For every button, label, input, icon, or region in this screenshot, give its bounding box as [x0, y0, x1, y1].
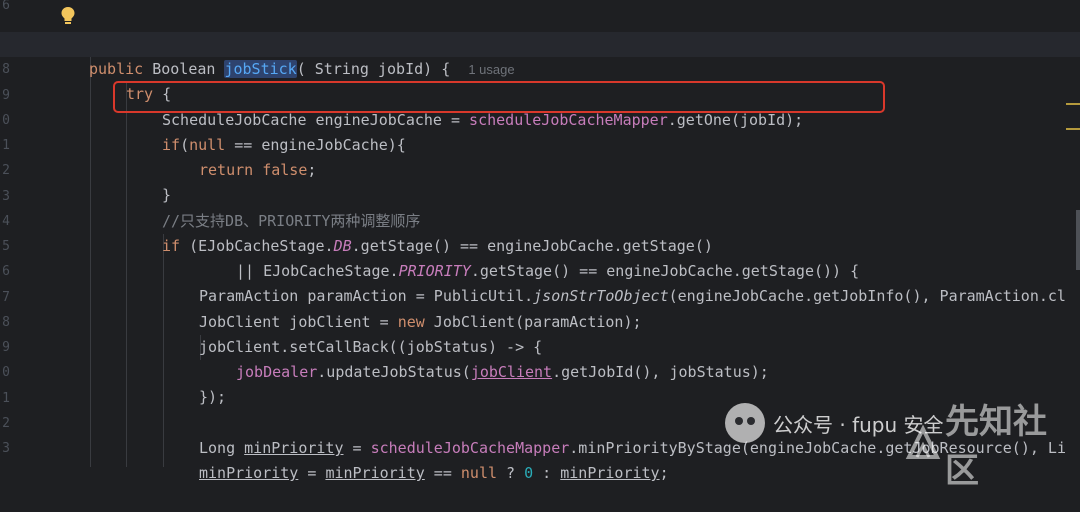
line-number: 6 [2, 0, 10, 13]
warning-stripe-marker[interactable] [1066, 128, 1080, 130]
code-line[interactable]: ParamAction paramAction = PublicUtil.jso… [0, 259, 1080, 305]
code-text: }); [199, 388, 227, 407]
code-line[interactable]: JobClient jobClient = new JobClient(para… [0, 285, 1080, 331]
lightbulb-icon[interactable] [60, 6, 76, 26]
code-line[interactable]: jobDealer.updateJobStatus(jobClient.getJ… [0, 335, 1080, 381]
site-logo: 先知社区 [905, 402, 1080, 491]
highlight-annotation-box [113, 81, 885, 113]
code-line[interactable]: } [0, 158, 1080, 204]
code-line[interactable]: jobClient.setCallBack((jobStatus) -> { [0, 310, 1080, 356]
code-line[interactable]: }); [0, 360, 1080, 406]
code-line[interactable]: try { [0, 57, 1080, 103]
code-line[interactable]: //只支持DB、PRIORITY两种调整顺序 [0, 184, 1080, 230]
warning-stripe-marker[interactable] [1066, 103, 1080, 105]
vertical-scrollbar[interactable] [1076, 210, 1080, 270]
code-line[interactable]: || EJobCacheStage.PRIORITY.getStage() ==… [0, 234, 1080, 280]
logo-mark-icon [905, 424, 941, 461]
code-line[interactable]: public Boolean jobStick( String jobId) {… [0, 32, 1080, 79]
code-line[interactable]: return false; [0, 133, 1080, 179]
wechat-icon [725, 403, 765, 443]
logo-text: 先知社区 [945, 401, 1047, 491]
code-editor[interactable]: 6 7 8 9 0 1 2 3 4 5 6 7 8 9 0 1 2 3 publ… [0, 0, 1080, 491]
code-line[interactable]: if (EJobCacheStage.DB.getStage() == engi… [0, 209, 1080, 255]
